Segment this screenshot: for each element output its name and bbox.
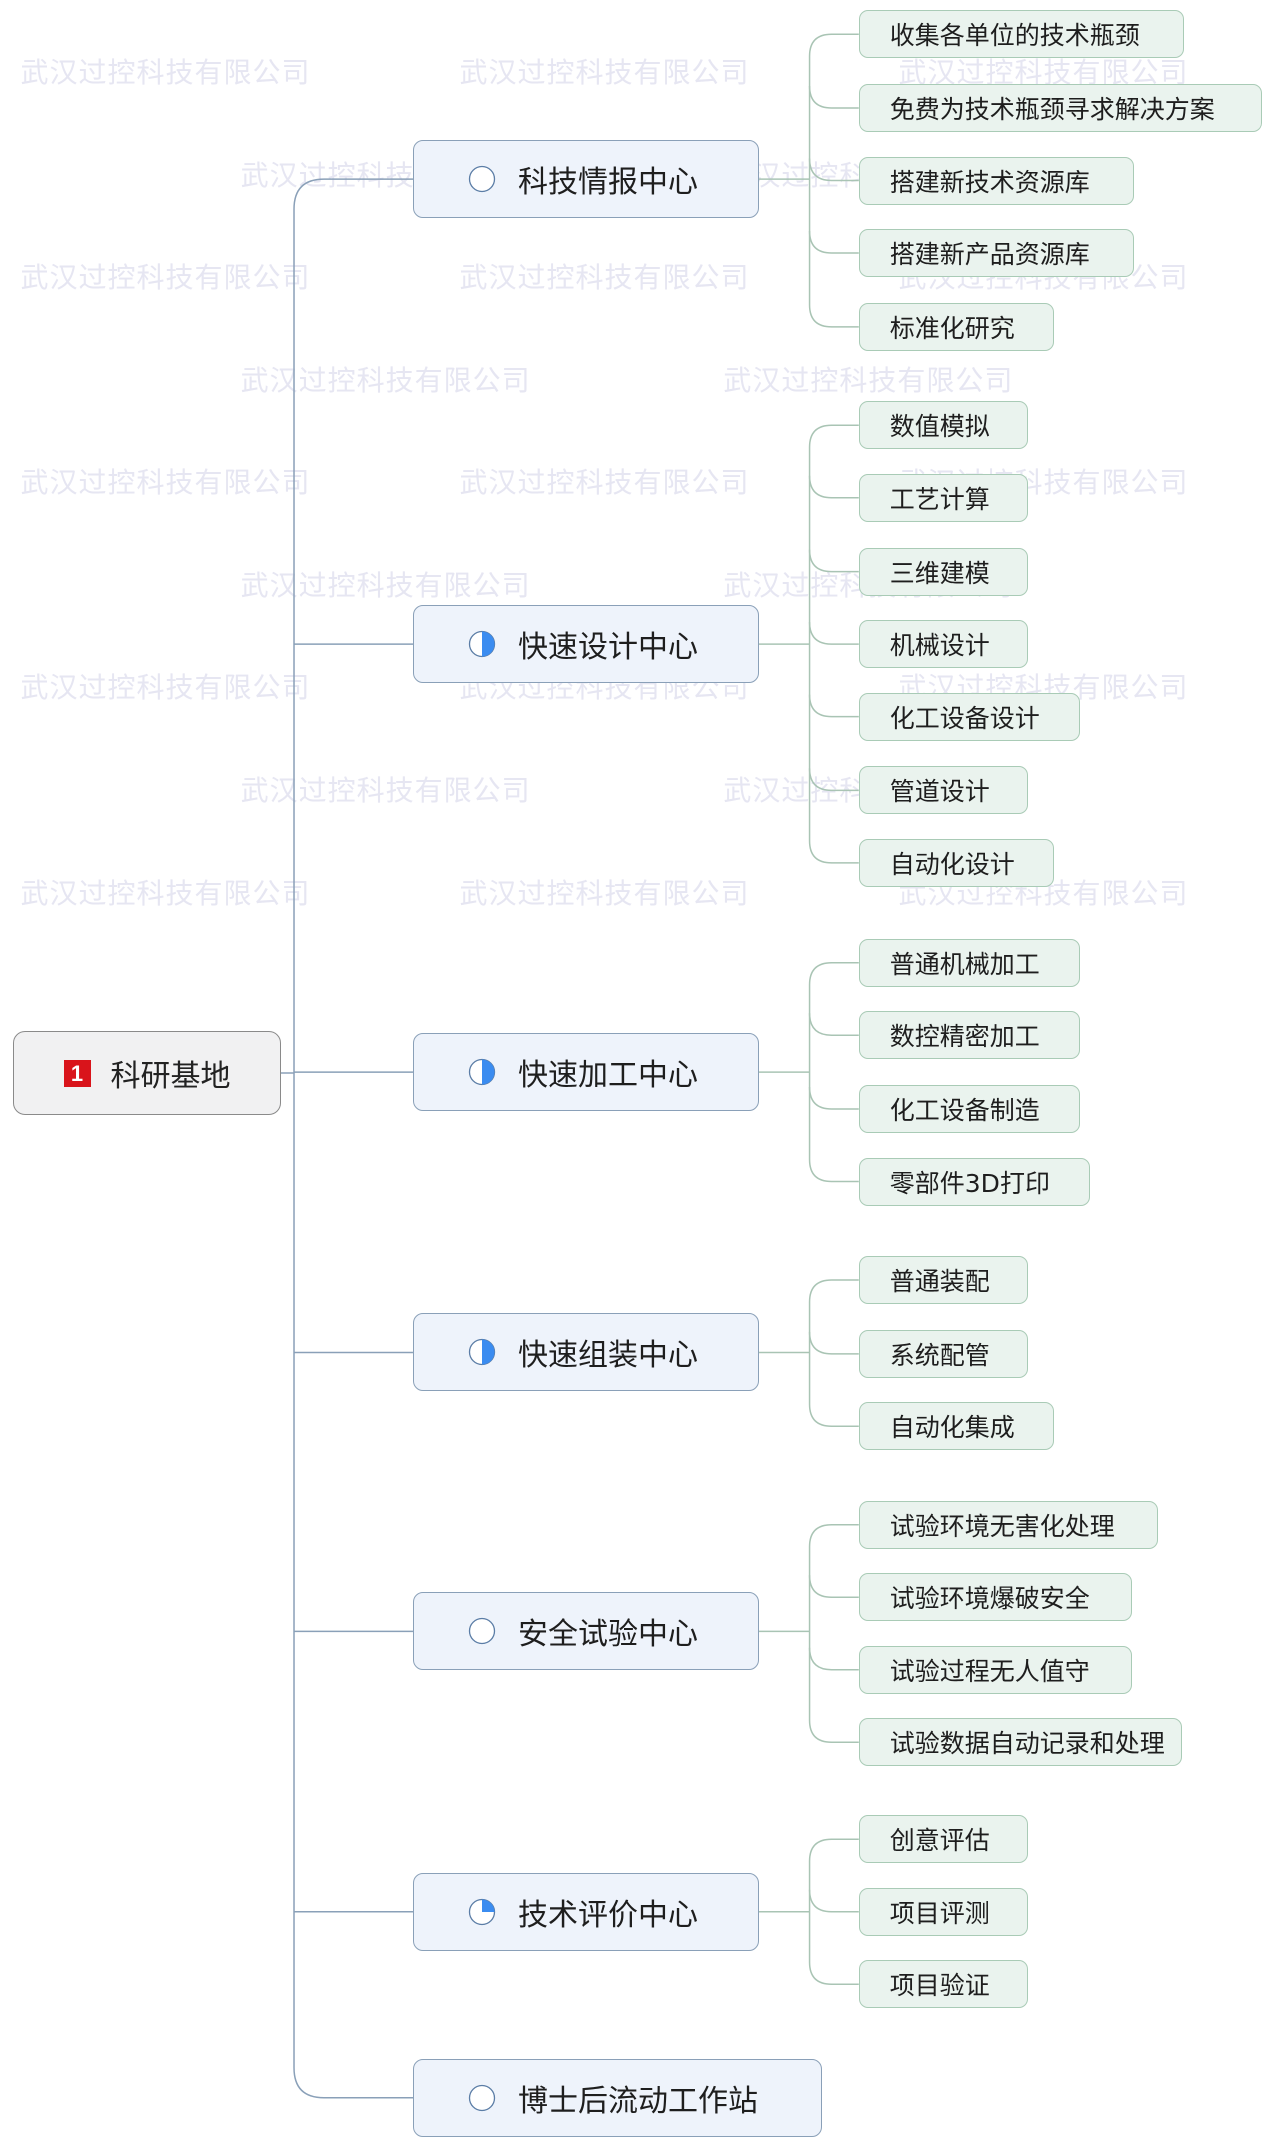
progress-pie-icon	[468, 2084, 496, 2111]
leaf-label: 系统配管	[889, 1340, 990, 1370]
leaf-node[interactable]: 创意评估	[858, 1815, 1029, 1864]
leaf-link	[808, 1087, 859, 1110]
leaf-link	[808, 1647, 859, 1671]
leaf-node[interactable]: 免费为技术瓶颈寻求解决方案	[858, 84, 1263, 133]
branch-label: 博士后流动工作站	[517, 2083, 758, 2119]
branch-label: 科技情报中心	[517, 165, 698, 201]
leaf-node[interactable]: 管道设计	[858, 766, 1029, 815]
leaf-node[interactable]: 机械设计	[858, 620, 1029, 669]
leaf-node[interactable]: 化工设备制造	[858, 1085, 1081, 1134]
progress-pie-icon	[468, 1618, 496, 1645]
leaf-link	[808, 230, 859, 254]
leaf-label: 试验过程无人值守	[889, 1656, 1090, 1686]
branch-label: 快速组装中心	[517, 1338, 698, 1374]
branch-node[interactable]: 快速设计中心	[412, 605, 759, 684]
leaf-label: 试验环境爆破安全	[889, 1584, 1090, 1614]
branch-node[interactable]: 博士后流动工作站	[412, 2058, 822, 2137]
progress-pie-icon	[468, 1058, 496, 1086]
branch-node[interactable]: 快速组装中心	[412, 1313, 759, 1392]
leaf-node[interactable]: 自动化集成	[858, 1402, 1055, 1451]
leaf-label: 免费为技术瓶颈寻求解决方案	[889, 95, 1215, 125]
branch-label: 快速设计中心	[517, 630, 698, 666]
leaf-label: 机械设计	[889, 631, 990, 661]
leaf-link	[808, 549, 859, 573]
leaf-link	[808, 1013, 859, 1036]
leaf-node[interactable]: 试验环境爆破安全	[858, 1573, 1133, 1622]
branch-node[interactable]: 安全试验中心	[412, 1592, 759, 1671]
leaf-node[interactable]: 零部件3D打印	[858, 1157, 1090, 1206]
leaf-node[interactable]: 搭建新技术资源库	[858, 156, 1134, 205]
leaf-link	[808, 158, 859, 182]
leaf-node[interactable]: 普通机械加工	[858, 938, 1081, 987]
spine-link	[293, 178, 413, 2099]
leaf-label: 普通装配	[889, 1266, 990, 1296]
leaf-label: 搭建新产品资源库	[889, 239, 1090, 269]
branch-label: 技术评价中心	[517, 1897, 698, 1933]
leaf-label: 普通机械加工	[889, 949, 1040, 979]
leaf-node[interactable]: 自动化设计	[858, 838, 1055, 887]
leaf-label: 搭建新技术资源库	[889, 167, 1090, 197]
leaf-label: 化工设备制造	[889, 1096, 1040, 1126]
leaf-label: 零部件3D打印	[889, 1168, 1050, 1198]
progress-pie-icon	[468, 1339, 496, 1366]
leaf-node[interactable]: 数值模拟	[858, 401, 1029, 450]
progress-pie-icon	[468, 630, 496, 658]
leaf-label: 项目评测	[889, 1898, 990, 1928]
leaf-node[interactable]: 试验过程无人值守	[858, 1645, 1133, 1694]
leaf-label: 标准化研究	[889, 313, 1015, 343]
leaf-link	[808, 475, 859, 499]
leaf-node[interactable]: 化工设备设计	[858, 692, 1081, 741]
branch-node[interactable]: 快速加工中心	[412, 1033, 759, 1112]
leaf-node[interactable]: 普通装配	[858, 1255, 1029, 1304]
leaf-node[interactable]: 系统配管	[858, 1329, 1029, 1378]
leaf-link	[808, 86, 859, 109]
progress-pie-icon	[468, 165, 496, 193]
leaf-link	[808, 768, 859, 792]
leaf-node[interactable]: 试验环境无害化处理	[858, 1500, 1159, 1549]
leaf-label: 创意评估	[889, 1826, 990, 1856]
leaf-label: 工艺计算	[889, 484, 990, 514]
leaf-label: 自动化集成	[889, 1413, 1015, 1443]
leaf-bracket-link	[808, 961, 859, 1183]
leaf-link	[808, 1889, 859, 1913]
progress-pie-icon	[468, 1898, 496, 1925]
leaf-label: 自动化设计	[889, 849, 1015, 879]
leaf-label: 数控精密加工	[889, 1022, 1040, 1052]
leaf-node[interactable]: 项目验证	[858, 1960, 1029, 2009]
leaf-label: 项目验证	[889, 1971, 990, 2001]
priority-1-icon: 1	[63, 1059, 91, 1087]
branch-label: 快速加工中心	[517, 1058, 698, 1094]
root-node[interactable]: 1 科研基地	[13, 1031, 281, 1115]
leaf-node[interactable]: 数控精密加工	[858, 1011, 1081, 1060]
leaf-node[interactable]: 标准化研究	[858, 302, 1055, 351]
leaf-label: 收集各单位的技术瓶颈	[889, 21, 1140, 51]
leaf-label: 试验数据自动记录和处理	[889, 1729, 1165, 1759]
leaf-label: 三维建模	[889, 558, 990, 588]
leaf-node[interactable]: 收集各单位的技术瓶颈	[858, 10, 1185, 59]
leaf-node[interactable]: 搭建新产品资源库	[858, 228, 1134, 277]
leaf-bracket-link	[808, 1524, 859, 1743]
leaf-link	[808, 622, 859, 645]
branch-label: 安全试验中心	[517, 1617, 698, 1653]
leaf-label: 管道设计	[889, 777, 990, 807]
leaf-node[interactable]: 项目评测	[858, 1887, 1029, 1936]
branch-node[interactable]: 科技情报中心	[412, 140, 759, 219]
leaf-label: 数值模拟	[889, 412, 990, 442]
leaf-label: 试验环境无害化处理	[889, 1511, 1115, 1541]
leaf-node[interactable]: 三维建模	[858, 547, 1029, 596]
leaf-link	[808, 694, 859, 718]
leaf-label: 化工设备设计	[889, 703, 1040, 733]
leaf-node[interactable]: 试验数据自动记录和处理	[858, 1718, 1182, 1767]
root-label: 科研基地	[110, 1059, 231, 1094]
branch-node[interactable]: 技术评价中心	[412, 1872, 759, 1951]
leaf-link	[808, 1331, 859, 1355]
leaf-node[interactable]: 工艺计算	[858, 473, 1029, 522]
leaf-link	[808, 1575, 859, 1598]
